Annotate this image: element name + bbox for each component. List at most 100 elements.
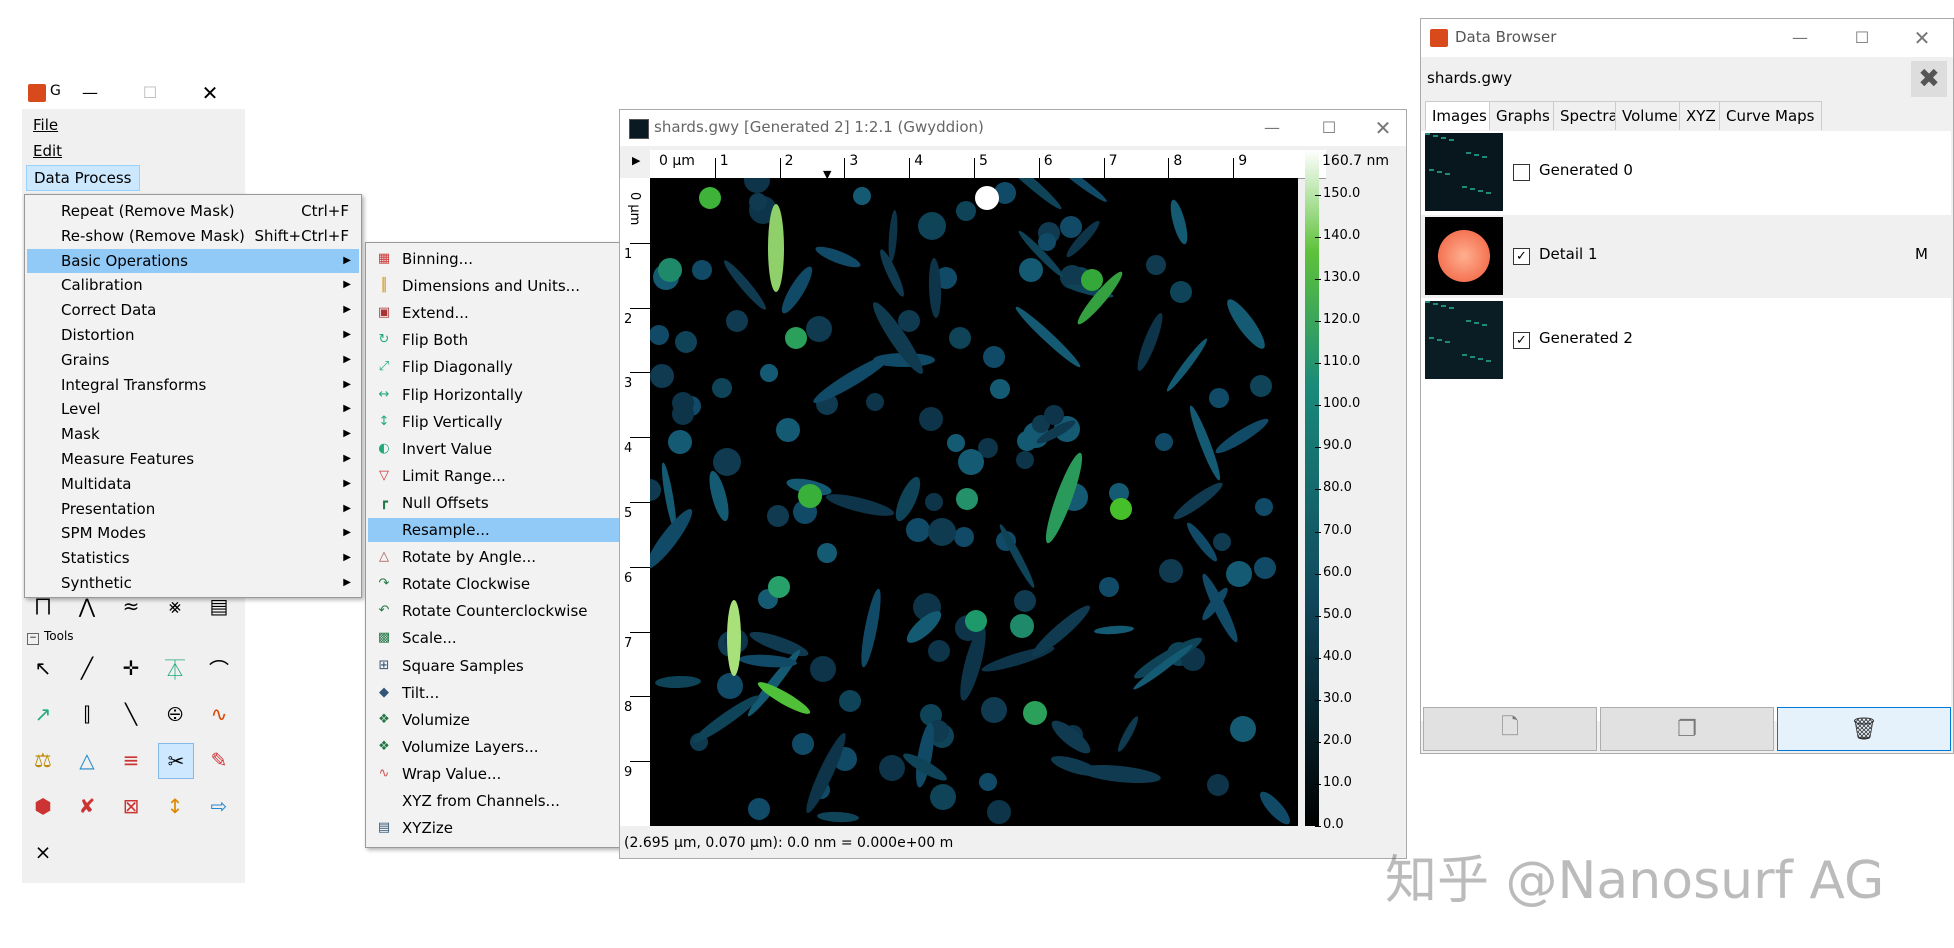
minimize-button[interactable]: — xyxy=(67,77,113,109)
menu-item-grains[interactable]: Grains ▶ xyxy=(27,348,359,372)
filter-tool-icon[interactable]: ≡ xyxy=(114,743,148,777)
browser-close-button[interactable]: ✕ xyxy=(1899,22,1945,54)
menu-item-distortion[interactable]: Distortion ▶ xyxy=(27,323,359,347)
submenu-item-flip-horizontally[interactable]: ↔ Flip Horizontally xyxy=(368,383,622,407)
submenu-item-rotate-clockwise[interactable]: ↷ Rotate Clockwise xyxy=(368,572,622,596)
submenu-item-extend[interactable]: ▣ Extend... xyxy=(368,301,622,325)
visibility-checkbox[interactable]: ✓ xyxy=(1513,332,1530,349)
browser-maximize-button[interactable]: ☐ xyxy=(1839,22,1885,54)
image-close-button[interactable]: ✕ xyxy=(1360,112,1406,144)
visibility-checkbox[interactable] xyxy=(1513,164,1530,181)
curve-tool-icon[interactable]: ╲ xyxy=(114,697,148,731)
triangle-tool-icon[interactable]: △ xyxy=(70,743,104,777)
submenu-item-label: Null Offsets xyxy=(402,493,489,512)
crop-tool-icon[interactable]: ✂ xyxy=(158,743,194,779)
menu-file[interactable]: File xyxy=(26,113,65,137)
menu-item-calibration[interactable]: Calibration ▶ xyxy=(27,273,359,297)
color-scale-bar[interactable] xyxy=(1305,150,1319,826)
submenu-item-xyzize[interactable]: ▤ XYZize xyxy=(368,816,622,840)
maximize-button[interactable]: ☐ xyxy=(127,77,173,109)
menu-item-spm-modes[interactable]: SPM Modes ▶ xyxy=(27,521,359,545)
statistics-tool-icon[interactable]: ⫿ xyxy=(70,697,104,731)
submenu-item-binning[interactable]: ▦ Binning... xyxy=(368,247,622,271)
menu-item-mask[interactable]: Mask ▶ xyxy=(27,422,359,446)
radial-tool-icon[interactable]: ⌒ xyxy=(202,651,236,685)
spot-remove-tool-icon[interactable]: ✘ xyxy=(70,789,104,823)
spectro-tool-icon[interactable]: ↗ xyxy=(26,697,60,731)
level-tool-icon[interactable]: ⚖ xyxy=(26,743,60,777)
crosshair-tool-icon[interactable]: ✛ xyxy=(114,651,148,685)
profile-tool-icon[interactable]: ⏄ xyxy=(158,651,192,685)
submenu-item-square-samples[interactable]: ⊞ Square Samples xyxy=(368,654,622,678)
tab-images[interactable]: Images xyxy=(1425,101,1494,130)
submenu-item-xyz-from-channels[interactable]: XYZ from Channels... xyxy=(368,789,622,813)
submenu-arrow-icon: ▶ xyxy=(343,502,351,514)
menu-item-label: Basic Operations xyxy=(61,251,188,270)
tab-curve-maps[interactable]: Curve Maps xyxy=(1719,101,1822,130)
submenu-item-flip-both[interactable]: ↻ Flip Both xyxy=(368,328,622,352)
new-item-button[interactable]: 🗋 xyxy=(1423,707,1597,751)
delete-button[interactable]: 🗑 xyxy=(1777,707,1951,751)
particle-disc xyxy=(853,187,871,205)
thumbnail-speck xyxy=(1478,190,1483,192)
submenu-item-tilt[interactable]: ◆ Tilt... xyxy=(368,681,622,705)
menu-data-process[interactable]: Data Process xyxy=(26,165,140,191)
submenu-item-flip-diagonally[interactable]: ⤢ Flip Diagonally xyxy=(368,355,622,379)
submenu-item-rotate-by-angle[interactable]: △ Rotate by Angle... xyxy=(368,545,622,569)
tab-spectra[interactable]: Spectra xyxy=(1553,101,1625,130)
distance-tool-icon[interactable]: ╱ xyxy=(70,651,104,685)
submenu-item-wrap-value[interactable]: ∿ Wrap Value... xyxy=(368,762,622,786)
mask-editor-tool-icon[interactable]: ✎ xyxy=(202,743,236,777)
data-list-row[interactable]: ✓ Generated 2 xyxy=(1421,299,1951,382)
submenu-item-resample[interactable]: Resample... xyxy=(368,518,622,542)
submenu-item-volumize[interactable]: ❖ Volumize xyxy=(368,708,622,732)
particle-disc xyxy=(949,327,971,349)
tools-expander-icon[interactable]: − xyxy=(27,633,39,645)
tab-volume[interactable]: Volume xyxy=(1615,101,1685,130)
image-minimize-button[interactable]: — xyxy=(1249,112,1295,144)
browser-minimize-button[interactable]: — xyxy=(1777,22,1823,54)
afm-data-image[interactable] xyxy=(650,178,1298,826)
submenu-item-limit-range[interactable]: ▽ Limit Range... xyxy=(368,464,622,488)
submenu-item-flip-vertically[interactable]: ↕ Flip Vertically xyxy=(368,410,622,434)
data-list-row[interactable]: Generated 0 xyxy=(1421,131,1951,214)
data-list-row[interactable]: ✓ Detail 1 M xyxy=(1421,215,1951,298)
close-button[interactable]: ✕ xyxy=(187,77,233,109)
color-range-tool-icon[interactable]: ↕ xyxy=(158,789,192,823)
ruler-corner-arrow-icon[interactable]: ▶ xyxy=(632,154,640,167)
tab-graphs[interactable]: Graphs xyxy=(1489,101,1557,130)
menu-item-statistics[interactable]: Statistics ▶ xyxy=(27,546,359,570)
image-maximize-button[interactable]: ☐ xyxy=(1306,112,1352,144)
pointer-tool-icon[interactable]: ↖ xyxy=(26,651,60,685)
duplicate-button[interactable]: ❐ xyxy=(1600,707,1774,751)
submenu-item-null-offsets[interactable]: ┏ Null Offsets xyxy=(368,491,622,515)
submenu-item-dimensions-and-units[interactable]: ║ Dimensions and Units... xyxy=(368,274,622,298)
xyz-tool-icon[interactable]: ⨯ xyxy=(26,835,60,869)
menu-item-basic-operations[interactable]: Basic Operations ▶ xyxy=(27,248,359,273)
menu-item-level[interactable]: Level ▶ xyxy=(27,397,359,421)
menu-item-presentation[interactable]: Presentation ▶ xyxy=(27,497,359,521)
submenu-item-invert-value[interactable]: ◐ Invert Value xyxy=(368,437,622,461)
menu-item-repeat-remove-mask[interactable]: Repeat (Remove Mask) Ctrl+F xyxy=(27,199,359,223)
grain-remove-tool-icon[interactable]: ⬢ xyxy=(26,789,60,823)
menu-item-re-show-remove-mask[interactable]: Re-show (Remove Mask) Shift+Ctrl+F xyxy=(27,224,359,248)
particle-disc xyxy=(930,784,956,810)
menu-item-measure-features[interactable]: Measure Features ▶ xyxy=(27,447,359,471)
visibility-checkbox[interactable]: ✓ xyxy=(1513,248,1530,265)
roughness-tool-icon[interactable]: ∿ xyxy=(202,697,236,731)
particle-disc xyxy=(947,434,965,452)
menu-item-label: Synthetic xyxy=(61,574,132,592)
remove-scars-tool-icon[interactable]: ⊠ xyxy=(114,789,148,823)
menu-edit[interactable]: Edit xyxy=(26,139,69,163)
submenu-item-rotate-counterclockwise[interactable]: ↶ Rotate Counterclockwise xyxy=(368,599,622,623)
selection-manager-tool-icon[interactable]: ⇨ xyxy=(202,789,236,823)
path-tool-icon[interactable]: ⨸ xyxy=(158,697,192,731)
submenu-item-scale[interactable]: ▩ Scale... xyxy=(368,626,622,650)
menu-item-multidata[interactable]: Multidata ▶ xyxy=(27,472,359,496)
menu-item-integral-transforms[interactable]: Integral Transforms ▶ xyxy=(27,373,359,397)
submenu-item-volumize-layers[interactable]: ❖ Volumize Layers... xyxy=(368,735,622,759)
menu-item-synthetic[interactable]: Synthetic ▶ xyxy=(27,571,359,595)
tab-xyz[interactable]: XYZ xyxy=(1679,101,1723,130)
close-file-button[interactable]: ✖ xyxy=(1911,61,1947,97)
menu-item-correct-data[interactable]: Correct Data ▶ xyxy=(27,298,359,322)
